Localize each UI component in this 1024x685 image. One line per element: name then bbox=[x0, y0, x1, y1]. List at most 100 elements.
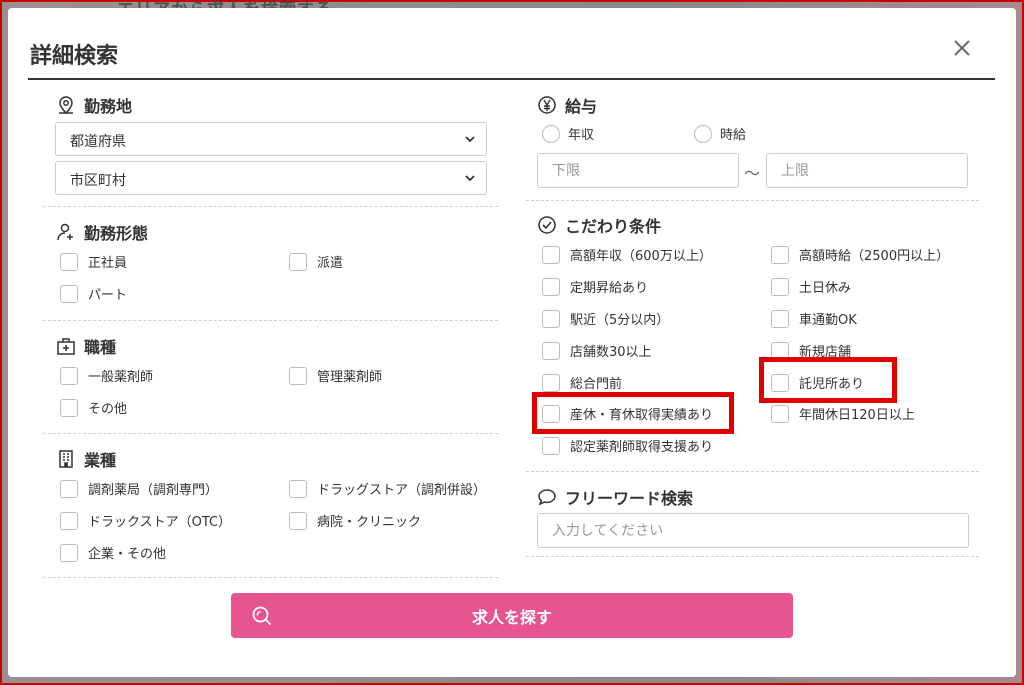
section-title-job-type: 職種 bbox=[56, 334, 116, 358]
checkbox-general-pharmacist[interactable]: 一般薬剤師 bbox=[60, 366, 153, 385]
person-icon bbox=[57, 223, 73, 241]
checkbox-regular-raise[interactable]: 定期昇給あり bbox=[542, 277, 648, 296]
divider bbox=[43, 206, 498, 207]
modal-title: 詳細検索 bbox=[30, 44, 119, 69]
salary-range-separator: 〜 bbox=[744, 164, 761, 183]
checkbox-hospital-clinic[interactable]: 病院・クリニック bbox=[289, 511, 421, 530]
checkbox-weekends-off[interactable]: 土日休み bbox=[771, 277, 851, 296]
divider bbox=[43, 433, 498, 434]
section-title-location-label: 勤務地 bbox=[84, 97, 133, 116]
salary-min-input[interactable] bbox=[537, 153, 739, 188]
checkbox-label: 企業・その他 bbox=[88, 547, 167, 562]
radio-circle[interactable] bbox=[694, 124, 712, 143]
section-title-conditions: こだわり条件 bbox=[537, 213, 661, 237]
checkbox-120-holidays[interactable]: 年間休日120日以上 bbox=[771, 404, 915, 423]
checkbox-box[interactable] bbox=[289, 366, 307, 385]
checkbox-box[interactable] bbox=[60, 284, 78, 303]
checkbox-box[interactable] bbox=[542, 436, 560, 455]
section-title-job-type-label: 職種 bbox=[84, 338, 117, 357]
checkbox-label: 年間休日120日以上 bbox=[799, 408, 915, 423]
checkbox-30-plus-stores[interactable]: 店舗数30以上 bbox=[542, 341, 652, 360]
checkbox-box[interactable] bbox=[60, 543, 78, 562]
checkbox-label: ドラックストア（OTC） bbox=[88, 515, 232, 530]
checkbox-label: 病院・クリニック bbox=[317, 515, 422, 530]
checkbox-car-commute[interactable]: 車通勤OK bbox=[771, 309, 857, 328]
checkbox-label: 派遣 bbox=[317, 256, 344, 271]
chevron-down-icon bbox=[465, 175, 475, 182]
city-select[interactable]: 市区町村 bbox=[55, 161, 487, 195]
checkbox-box[interactable] bbox=[542, 373, 560, 392]
section-title-industry-label: 業種 bbox=[84, 451, 117, 470]
checkbox-label: 土日休み bbox=[799, 281, 852, 296]
checkbox-label: 総合門前 bbox=[570, 377, 623, 392]
radio-hourly-wage[interactable]: 時給 bbox=[694, 124, 746, 143]
search-jobs-button[interactable]: 求人を探す bbox=[231, 593, 793, 638]
checkbox-label: 一般薬剤師 bbox=[88, 370, 154, 385]
checkbox-box[interactable] bbox=[60, 366, 78, 385]
section-title-freeword: フリーワード検索 bbox=[537, 485, 693, 509]
medical-bag-icon bbox=[57, 338, 75, 355]
building-icon bbox=[59, 450, 73, 468]
checkbox-dispatch[interactable]: 派遣 bbox=[289, 252, 343, 271]
checkbox-managing-pharmacist[interactable]: 管理薬剤師 bbox=[289, 366, 382, 385]
divider bbox=[526, 471, 979, 472]
divider bbox=[526, 556, 979, 557]
checkbox-box[interactable] bbox=[60, 511, 78, 530]
prefecture-select-value: 都道府県 bbox=[70, 134, 126, 150]
checkbox-label: 店舗数30以上 bbox=[570, 345, 652, 360]
checkbox-label: 正社員 bbox=[88, 256, 128, 271]
close-icon[interactable] bbox=[950, 36, 974, 60]
section-title-salary: 給与 bbox=[537, 93, 597, 117]
checkbox-dispensing-pharmacy[interactable]: 調剤薬局（調剤専門） bbox=[60, 479, 218, 498]
prefecture-select[interactable]: 都道府県 bbox=[55, 122, 487, 156]
divider bbox=[526, 200, 979, 201]
checkbox-box[interactable] bbox=[542, 341, 560, 360]
radio-annual-salary[interactable]: 年収 bbox=[542, 124, 594, 143]
checkbox-label: ドラッグストア（調剤併設） bbox=[317, 483, 487, 498]
checkbox-box[interactable] bbox=[771, 404, 789, 423]
section-title-employment: 勤務形態 bbox=[56, 220, 148, 244]
search-icon bbox=[252, 606, 272, 626]
check-circle-icon bbox=[538, 216, 556, 234]
checkbox-label: 認定薬剤師取得支援あり bbox=[570, 440, 714, 455]
section-title-employment-label: 勤務形態 bbox=[84, 224, 149, 243]
checkbox-job-other[interactable]: その他 bbox=[60, 398, 127, 417]
checkbox-box[interactable] bbox=[771, 245, 789, 264]
checkbox-box[interactable] bbox=[289, 252, 307, 271]
map-pin-icon bbox=[59, 96, 73, 115]
checkbox-part-time[interactable]: パート bbox=[60, 284, 127, 303]
checkbox-box[interactable] bbox=[771, 309, 789, 328]
checkbox-company-other[interactable]: 企業・その他 bbox=[60, 543, 166, 562]
checkbox-drugstore-dispensing[interactable]: ドラッグストア（調剤併設） bbox=[289, 479, 486, 498]
salary-max-input[interactable] bbox=[766, 153, 968, 188]
checkbox-full-time[interactable]: 正社員 bbox=[60, 252, 127, 271]
section-title-location: 勤務地 bbox=[56, 93, 132, 117]
checkbox-box[interactable] bbox=[60, 398, 78, 417]
section-title-industry: 業種 bbox=[56, 447, 116, 471]
checkbox-high-annual-salary[interactable]: 高額年収（600万以上） bbox=[542, 245, 712, 264]
checkbox-box[interactable] bbox=[542, 309, 560, 328]
checkbox-high-hourly-wage[interactable]: 高額時給（2500円以上） bbox=[771, 245, 949, 264]
checkbox-certification-support[interactable]: 認定薬剤師取得支援あり bbox=[542, 436, 713, 455]
divider bbox=[43, 577, 498, 578]
checkbox-label: 管理薬剤師 bbox=[317, 370, 383, 385]
checkbox-box[interactable] bbox=[289, 479, 307, 498]
checkbox-box[interactable] bbox=[542, 277, 560, 296]
checkbox-box[interactable] bbox=[60, 479, 78, 498]
freeword-input[interactable] bbox=[537, 513, 969, 548]
checkbox-near-station[interactable]: 駅近（5分以内） bbox=[542, 309, 669, 328]
checkbox-general-hospital-front[interactable]: 総合門前 bbox=[542, 373, 622, 392]
highlight-box-maternity-leave bbox=[532, 392, 734, 434]
divider bbox=[43, 320, 498, 321]
search-jobs-button-label: 求人を探す bbox=[471, 607, 552, 627]
checkbox-box[interactable] bbox=[60, 252, 78, 271]
radio-circle[interactable] bbox=[542, 124, 560, 143]
speech-bubble-icon bbox=[538, 489, 556, 506]
checkbox-box[interactable] bbox=[289, 511, 307, 530]
checkbox-box[interactable] bbox=[542, 245, 560, 264]
radio-label: 時給 bbox=[720, 128, 747, 143]
checkbox-drugstore-otc[interactable]: ドラックストア（OTC） bbox=[60, 511, 231, 530]
checkbox-box[interactable] bbox=[771, 277, 789, 296]
section-title-salary-label: 給与 bbox=[565, 97, 598, 116]
highlight-box-daycare bbox=[759, 357, 897, 403]
